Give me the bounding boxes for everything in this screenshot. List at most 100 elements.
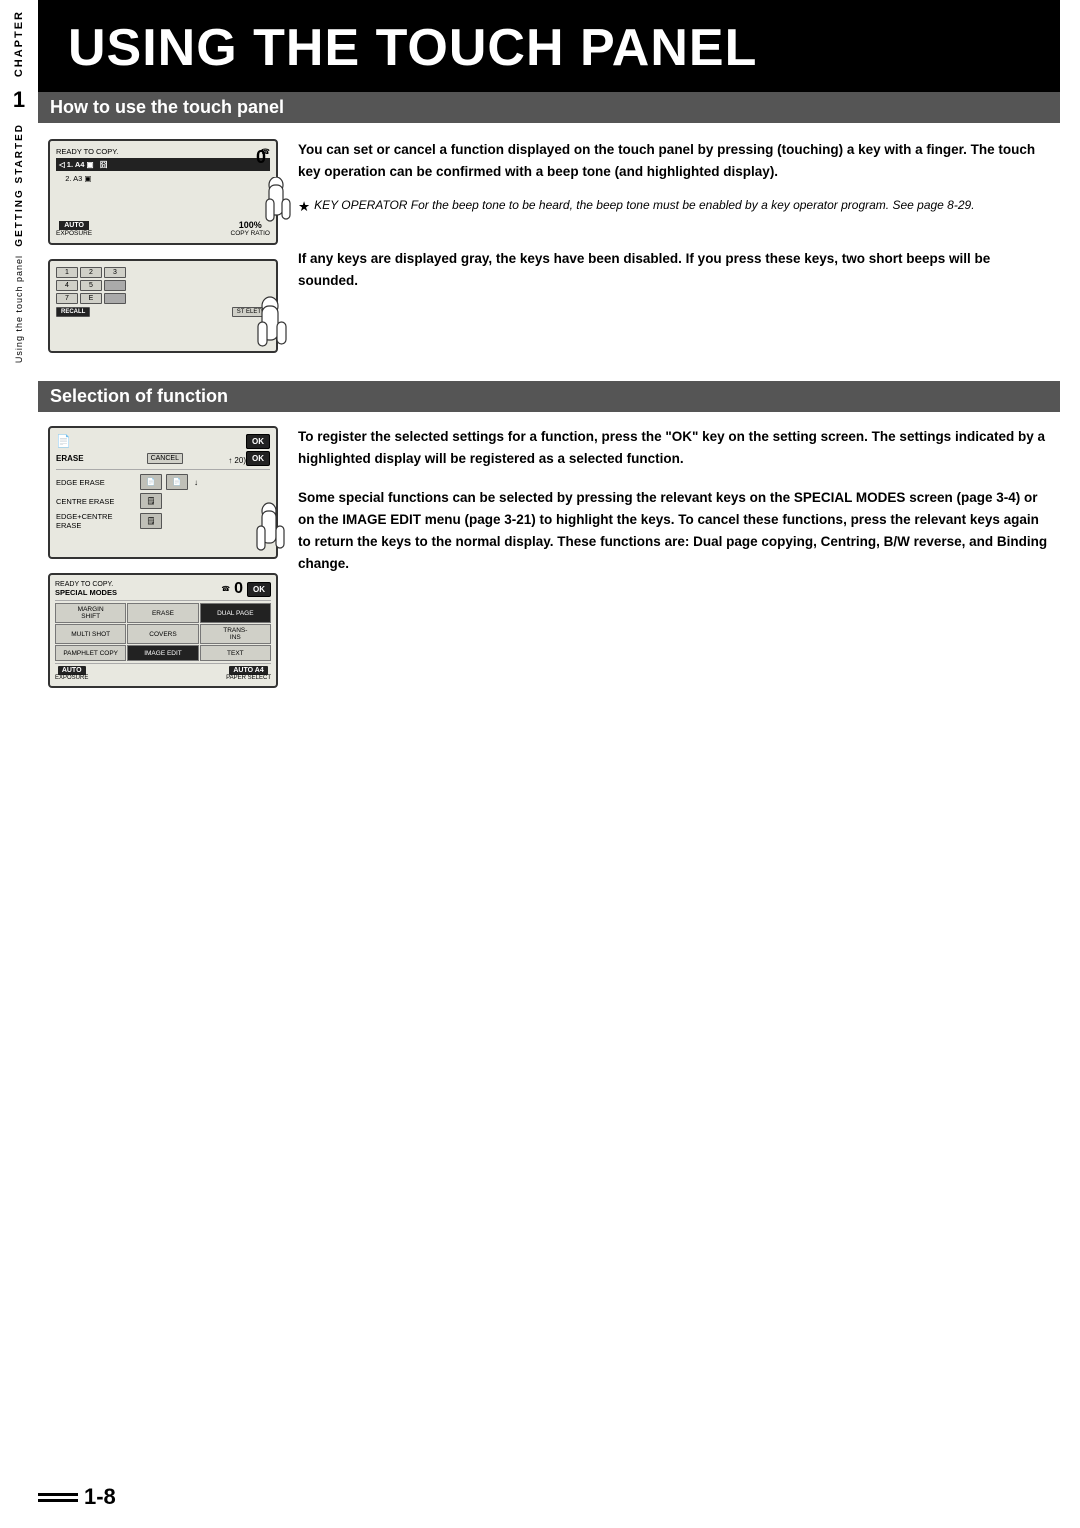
special-status: READY TO COPY. — [55, 581, 117, 588]
special-header-right: ☎ 0 OK — [221, 580, 271, 598]
lcd1-number: 0 — [256, 147, 266, 168]
lcd-screen-1: READY TO COPY. ☎ 0 ◁ 1. A4 ▣ 囧 2. A3 ▣ — [48, 139, 278, 245]
page-number: 1-8 — [84, 1484, 116, 1510]
section2-para1: To register the selected settings for a … — [298, 426, 1050, 471]
special-cell-pamphlet: PAMPHLET COPY — [55, 645, 126, 661]
section1-text: You can set or cancel a function display… — [298, 139, 1050, 353]
special-cell-multi: MULTI SHOT — [55, 624, 126, 644]
lcd2-btn-2: 2 — [80, 267, 102, 278]
special-cell-margin: MARGINSHIFT — [55, 603, 126, 623]
special-grid: MARGINSHIFT ERASE DUAL PAGE MULTI SHOT C… — [55, 603, 271, 661]
section2-header: Selection of function — [38, 381, 1060, 412]
lcd2-bottom-row: RECALL ST ELETE — [56, 307, 270, 317]
section1-header: How to use the touch panel — [38, 92, 1060, 123]
section1-para1: You can set or cancel a function display… — [298, 139, 1050, 184]
lcd2-btn-5: 5 — [80, 280, 102, 291]
special-cell-trans: TRANS-INS — [200, 624, 271, 644]
lcd-panel-2: 1 2 3 4 5 6 7 E RECALL ST ELETE — [48, 259, 278, 353]
section1-content: READY TO COPY. ☎ 0 ◁ 1. A4 ▣ 囧 2. A3 ▣ — [38, 123, 1060, 363]
lcd1-row1-text: 1. A4 ▣ 囧 — [67, 159, 108, 170]
special-header: READY TO COPY. SPECIAL MODES ☎ 0 OK — [55, 580, 271, 601]
sidebar-getting-started: GETTING STARTED — [14, 123, 25, 247]
erase-spacer — [56, 533, 270, 551]
edge-centre-row: EDGE+CENTREERASE 🗒 — [56, 512, 270, 530]
page-line-1 — [38, 1493, 78, 1496]
section1-panels: READY TO COPY. ☎ 0 ◁ 1. A4 ▣ 囧 2. A3 ▣ — [48, 139, 278, 353]
special-number: 0 — [234, 580, 243, 598]
centre-erase-icon: 🗒 — [140, 493, 162, 509]
erase-value: ↑ 20) — [228, 456, 246, 465]
special-ok-btn: OK — [247, 582, 271, 597]
special-paper: AUTO A4 PAPER SELECT — [226, 666, 271, 681]
erase-ok-area: OK — [246, 436, 270, 446]
special-exposure: AUTO EXPOSURE — [55, 666, 88, 681]
centre-erase-row: CENTRE ERASE 🗒 — [56, 493, 270, 509]
lcd1-row2: 2. A3 ▣ — [56, 173, 270, 184]
lcd1-copy-ratio-value: 100% — [239, 220, 262, 230]
lcd1-exposure: AUTO EXPOSURE — [56, 221, 92, 237]
special-cell-image-edit: IMAGE EDIT — [127, 645, 198, 661]
lcd2-btn-1: 1 — [56, 267, 78, 278]
lcd1-status: READY TO COPY. — [56, 147, 118, 156]
erase-cancel-btn: CANCEL — [147, 453, 183, 464]
finger-icon-erase — [254, 502, 296, 567]
lcd2-spacer — [56, 317, 270, 345]
lcd1-exposure-text: EXPOSURE — [56, 230, 92, 237]
lcd-screen-2: 1 2 3 4 5 6 7 E RECALL ST ELETE — [48, 259, 278, 353]
sidebar-sub-label: Using the touch panel — [14, 255, 24, 363]
lcd2-btn-e: E — [80, 293, 102, 304]
page-line-2 — [38, 1499, 78, 1502]
section1-note-text: KEY OPERATOR For the beep tone to be hea… — [314, 196, 974, 216]
centre-erase-label: CENTRE ERASE — [56, 497, 136, 506]
erase-lcd: 📄 OK ERASE CANCEL OK ↑ 20) — [48, 426, 278, 559]
lcd1-row1: ◁ 1. A4 ▣ 囧 — [56, 158, 270, 171]
lcd1-bottom: AUTO EXPOSURE 100% COPY RATIO — [56, 220, 270, 237]
special-header-left: READY TO COPY. SPECIAL MODES — [55, 581, 117, 597]
sidebar: CHAPTER 1 GETTING STARTED Using the touc… — [0, 0, 38, 1528]
sidebar-chapter-label: CHAPTER — [13, 10, 25, 77]
lcd2-btn-empty — [104, 293, 126, 304]
page-title: USING THE TOUCH PANEL — [68, 19, 757, 77]
special-cell-dual: DUAL PAGE — [200, 603, 271, 623]
special-exposure-text: EXPOSURE — [55, 675, 88, 681]
edge-erase-arrow: ↓ — [194, 478, 198, 487]
lcd1-row2-text: 2. A3 ▣ — [59, 174, 92, 183]
selection-section: Selection of function 📄 OK — [38, 381, 1060, 698]
lcd2-btn-4: 4 — [56, 280, 78, 291]
section2-content: 📄 OK ERASE CANCEL OK ↑ 20) — [38, 412, 1060, 698]
special-paper-btn: AUTO A4 — [229, 666, 267, 675]
page-number-block: 1-8 — [38, 1484, 116, 1510]
erase-label: ERASE — [56, 454, 84, 463]
erase-panel-container: 📄 OK ERASE CANCEL OK ↑ 20) — [48, 426, 278, 559]
erase-top-icon-row: 📄 OK — [56, 434, 270, 448]
section2-para2: Some special functions can be selected b… — [298, 487, 1050, 576]
section1-note: ★ KEY OPERATOR For the beep tone to be h… — [298, 196, 1050, 218]
lcd-panel-1: READY TO COPY. ☎ 0 ◁ 1. A4 ▣ 囧 2. A3 ▣ — [48, 139, 278, 245]
page-title-block: USING THE TOUCH PANEL — [38, 0, 1060, 92]
edge-erase-icon1: 📄 — [140, 474, 162, 490]
lcd1-top-row: READY TO COPY. ☎ — [56, 147, 270, 156]
lcd2-recall-btn: RECALL — [56, 307, 90, 317]
section1-para2: If any keys are displayed gray, the keys… — [298, 248, 1050, 293]
edge-centre-label: EDGE+CENTREERASE — [56, 512, 136, 530]
lcd2-btn-3: 3 — [104, 267, 126, 278]
lcd1-spacer — [56, 186, 270, 216]
lcd1-arrow: ◁ — [59, 160, 65, 169]
erase-ok-btn2: OK — [246, 451, 270, 466]
special-cell-erase: ERASE — [127, 603, 198, 623]
edge-erase-icon2: 📄 — [166, 474, 188, 490]
erase-doc-icon: 📄 — [56, 434, 71, 448]
special-phone-icon: ☎ — [221, 585, 230, 593]
edge-centre-icon: 🗒 — [140, 513, 162, 529]
special-exposure-btn: AUTO — [58, 666, 86, 675]
finger-icon-1 — [262, 177, 300, 237]
section2-panels: 📄 OK ERASE CANCEL OK ↑ 20) — [48, 426, 278, 688]
finger-icon-2 — [254, 296, 298, 363]
special-paper-label: PAPER SELECT — [226, 675, 271, 681]
special-cell-text: TEXT — [200, 645, 271, 661]
special-cell-covers: COVERS — [127, 624, 198, 644]
special-lcd: READY TO COPY. SPECIAL MODES ☎ 0 OK — [48, 573, 278, 688]
section2-text: To register the selected settings for a … — [298, 426, 1050, 688]
lcd2-btn-7: 7 — [56, 293, 78, 304]
lcd1-auto-label: AUTO — [59, 221, 89, 230]
